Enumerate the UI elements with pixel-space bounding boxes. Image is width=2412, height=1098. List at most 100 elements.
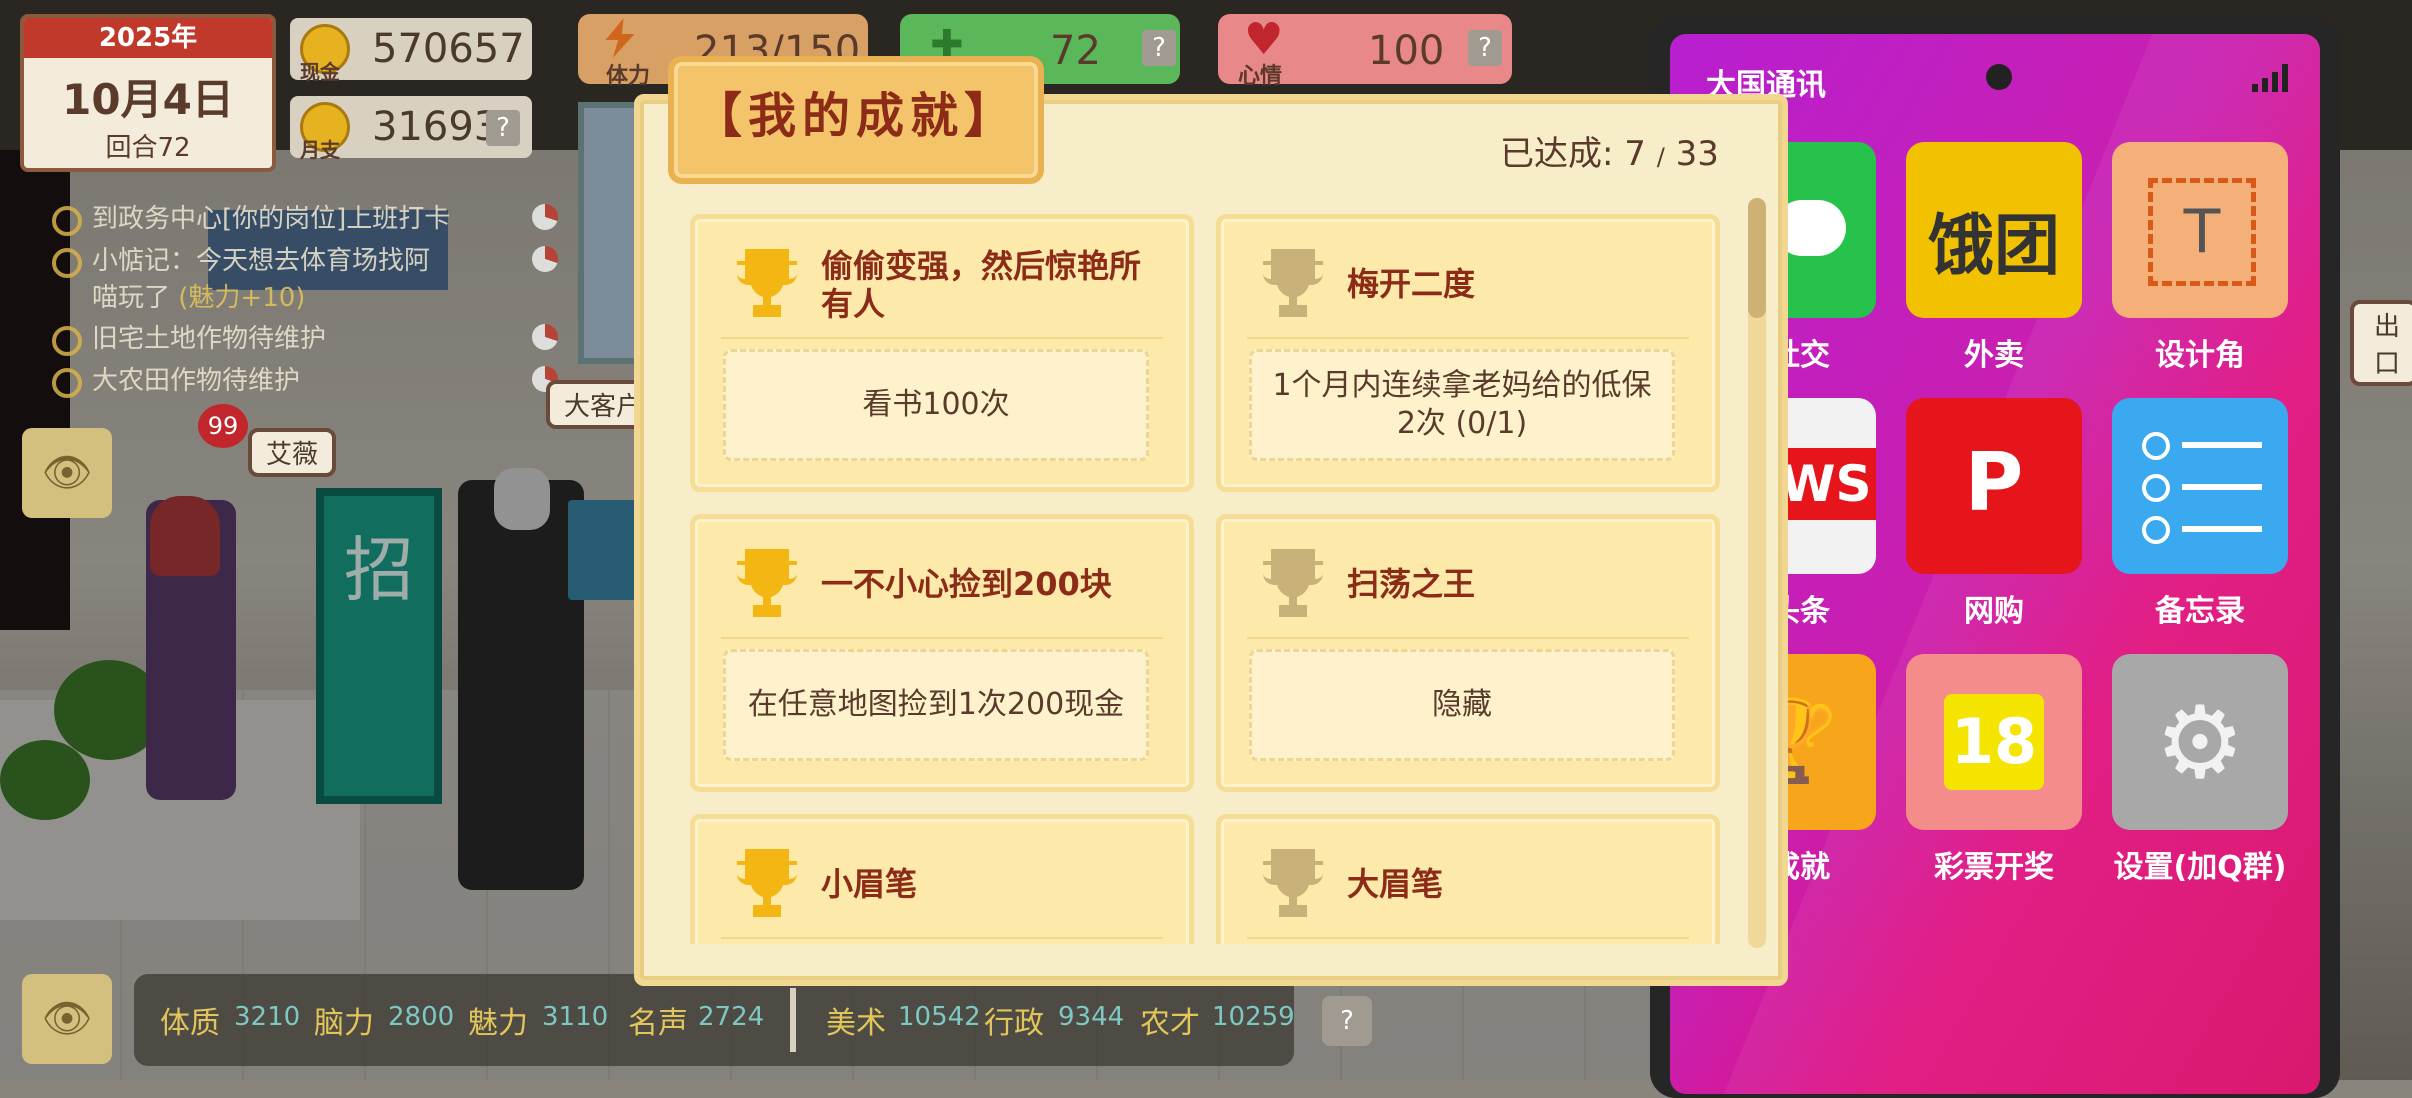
stat-label: 脑力 (314, 1006, 374, 1041)
achieved-total: 33 (1675, 134, 1719, 174)
task-text: 小惦记：今天想去体育场找阿 (92, 246, 431, 276)
achievement-name: 偷偷变强，然后惊艳所有人 (821, 247, 1142, 323)
achievement-name: 一不小心捡到200块 (821, 565, 1112, 603)
trophy-shape (1263, 249, 1323, 317)
achievement-card[interactable]: 梅开二度 1个月内连续拿老妈给的低保2次 (0/1) (1216, 214, 1720, 492)
timer-pie-icon (532, 246, 558, 272)
takeout-icon: 饿团 (1928, 207, 2060, 284)
card-divider (721, 937, 1163, 939)
achievement-card[interactable]: 偷偷变强，然后惊艳所有人 看书100次 (690, 214, 1194, 492)
achievement-desc: 1个月内连续拿老妈给的低保2次 (0/1) (1249, 349, 1675, 461)
health-help-button[interactable]: ? (1142, 30, 1176, 66)
achievement-desc: 看书100次 (723, 349, 1149, 461)
task-item[interactable]: 旧宅土地作物待维护 (46, 318, 558, 360)
app-label: 外卖 (1964, 338, 2024, 373)
trophy-shape (737, 849, 797, 917)
achievement-card[interactable]: 一不小心捡到200块 在任意地图捡到1次200现金 (690, 514, 1194, 792)
task-text-line2: 喵玩了 (92, 283, 171, 313)
memo-icon (2142, 432, 2262, 544)
cash-panel: 现金 570657 (290, 18, 532, 84)
monthly-label: 月支 (300, 138, 340, 162)
cash-value: 570657 (372, 26, 525, 72)
achievement-card[interactable]: 扫荡之王 隐藏 (1216, 514, 1720, 792)
stat-value: 2800 (388, 1002, 455, 1032)
modal-title-tab: 【我的成就】 (668, 56, 1044, 184)
achievement-card[interactable]: 小眉笔 (690, 814, 1194, 944)
achievement-card[interactable]: 大眉笔 (1216, 814, 1720, 944)
settings-icon: ⚙ (2155, 684, 2245, 801)
year-label: 2025年 (24, 18, 272, 58)
achievement-desc: 在任意地图捡到1次200现金 (723, 649, 1149, 761)
stat-value: 2724 (698, 1002, 765, 1032)
stat-value: 3110 (542, 1002, 609, 1032)
exit-bubble[interactable]: 出口 (2350, 300, 2412, 386)
achievement-name: 大眉笔 (1347, 865, 1444, 903)
mood-help-button[interactable]: ? (1468, 30, 1502, 66)
mood-panel: ♥ 心情 100 ? (1218, 14, 1512, 89)
camera-icon (1986, 64, 2012, 90)
task-list: 到政务中心[你的岗位]上班打卡 小惦记：今天想去体育场找阿 喵玩了 (魅力+10… (46, 198, 558, 402)
stat-value: 3210 (234, 1002, 301, 1032)
achieved-count: 7 (1624, 134, 1646, 174)
stat-label: 行政 (984, 1006, 1044, 1041)
eye-toggle-button[interactable]: 👁 (22, 428, 112, 518)
monthly-panel: 月支 31693 ? (290, 96, 532, 162)
achievement-name: 扫荡之王 (1347, 565, 1476, 603)
monthly-help-button[interactable]: ? (486, 110, 520, 146)
card-divider (1247, 637, 1689, 639)
app-memo[interactable] (2112, 398, 2288, 574)
app-settings[interactable]: ⚙ (2112, 654, 2288, 830)
stat-label: 名声 (628, 1006, 688, 1041)
task-item[interactable]: 到政务中心[你的岗位]上班打卡 (46, 198, 558, 240)
app-label: 彩票开奖 (1934, 850, 2054, 885)
achievement-grid: 偷偷变强，然后惊艳所有人 看书100次 梅开二度 1个月内连续拿老妈给的低保2次… (690, 200, 1750, 944)
lightning-icon (605, 18, 635, 58)
divider (790, 988, 796, 1052)
app-takeout[interactable]: 饿团 (1906, 142, 2082, 318)
stamina-label: 体力 (606, 64, 651, 89)
timer-pie-icon (532, 204, 558, 230)
achieved-label: 已达成: (1500, 134, 1614, 174)
trophy-shape (1263, 849, 1323, 917)
trophy-shape (737, 549, 797, 617)
attribute-bar: 体质 3210 脑力 2800 魅力 3110 名声 2724 美术 10542… (134, 974, 1295, 1066)
npc-name-bubble[interactable]: 艾薇 (248, 428, 337, 477)
trophy-shape (737, 249, 797, 317)
trophy-locked-icon (1263, 549, 1323, 617)
timer-pie-icon (532, 324, 558, 350)
mood-label: 心情 (1238, 64, 1283, 89)
stat-value: 10542 (898, 1002, 981, 1032)
attribute-help-button[interactable]: ? (1322, 996, 1372, 1046)
mood-value: 100 (1368, 28, 1445, 74)
task-text: 大农田作物待维护 (92, 366, 301, 396)
trophy-locked-icon (1263, 249, 1323, 317)
scrollbar-thumb[interactable] (1748, 198, 1766, 318)
date-label: 10月4日 (62, 75, 234, 124)
task-text: 旧宅土地作物待维护 (92, 324, 327, 354)
card-divider (1247, 937, 1689, 939)
task-ring-icon (52, 248, 82, 278)
trophy-shape (1263, 549, 1323, 617)
app-lottery[interactable]: 18 (1906, 654, 2082, 830)
achievement-name: 梅开二度 (1347, 265, 1476, 303)
app-label: 备忘录 (2155, 594, 2245, 629)
task-reward: (魅力+10) (178, 283, 306, 313)
date-panel: 2025年 10月4日 回合72 (20, 14, 276, 172)
eye-toggle-button-bottom[interactable]: 👁 (22, 974, 112, 1064)
trophy-icon (737, 849, 797, 917)
trophy-icon (737, 549, 797, 617)
app-label: 设计角 (2155, 338, 2245, 373)
stat-value: 10259 (1212, 1002, 1295, 1032)
card-divider (721, 337, 1163, 339)
stat-value: 9344 (1058, 1002, 1125, 1032)
trophy-locked-icon (1263, 849, 1323, 917)
task-item[interactable]: 大农田作物待维护 (46, 360, 558, 402)
modal-title: 【我的成就】 (693, 88, 1018, 144)
card-divider (1247, 337, 1689, 339)
eye-icon: 👁 (41, 996, 93, 1042)
task-ring-icon (52, 368, 82, 398)
task-item[interactable]: 小惦记：今天想去体育场找阿 喵玩了 (魅力+10) (46, 240, 558, 318)
achieved-counter: 已达成: 7 / 33 (1500, 126, 1719, 175)
app-shopping[interactable]: P (1906, 398, 2082, 574)
app-design[interactable]: T (2112, 142, 2288, 318)
